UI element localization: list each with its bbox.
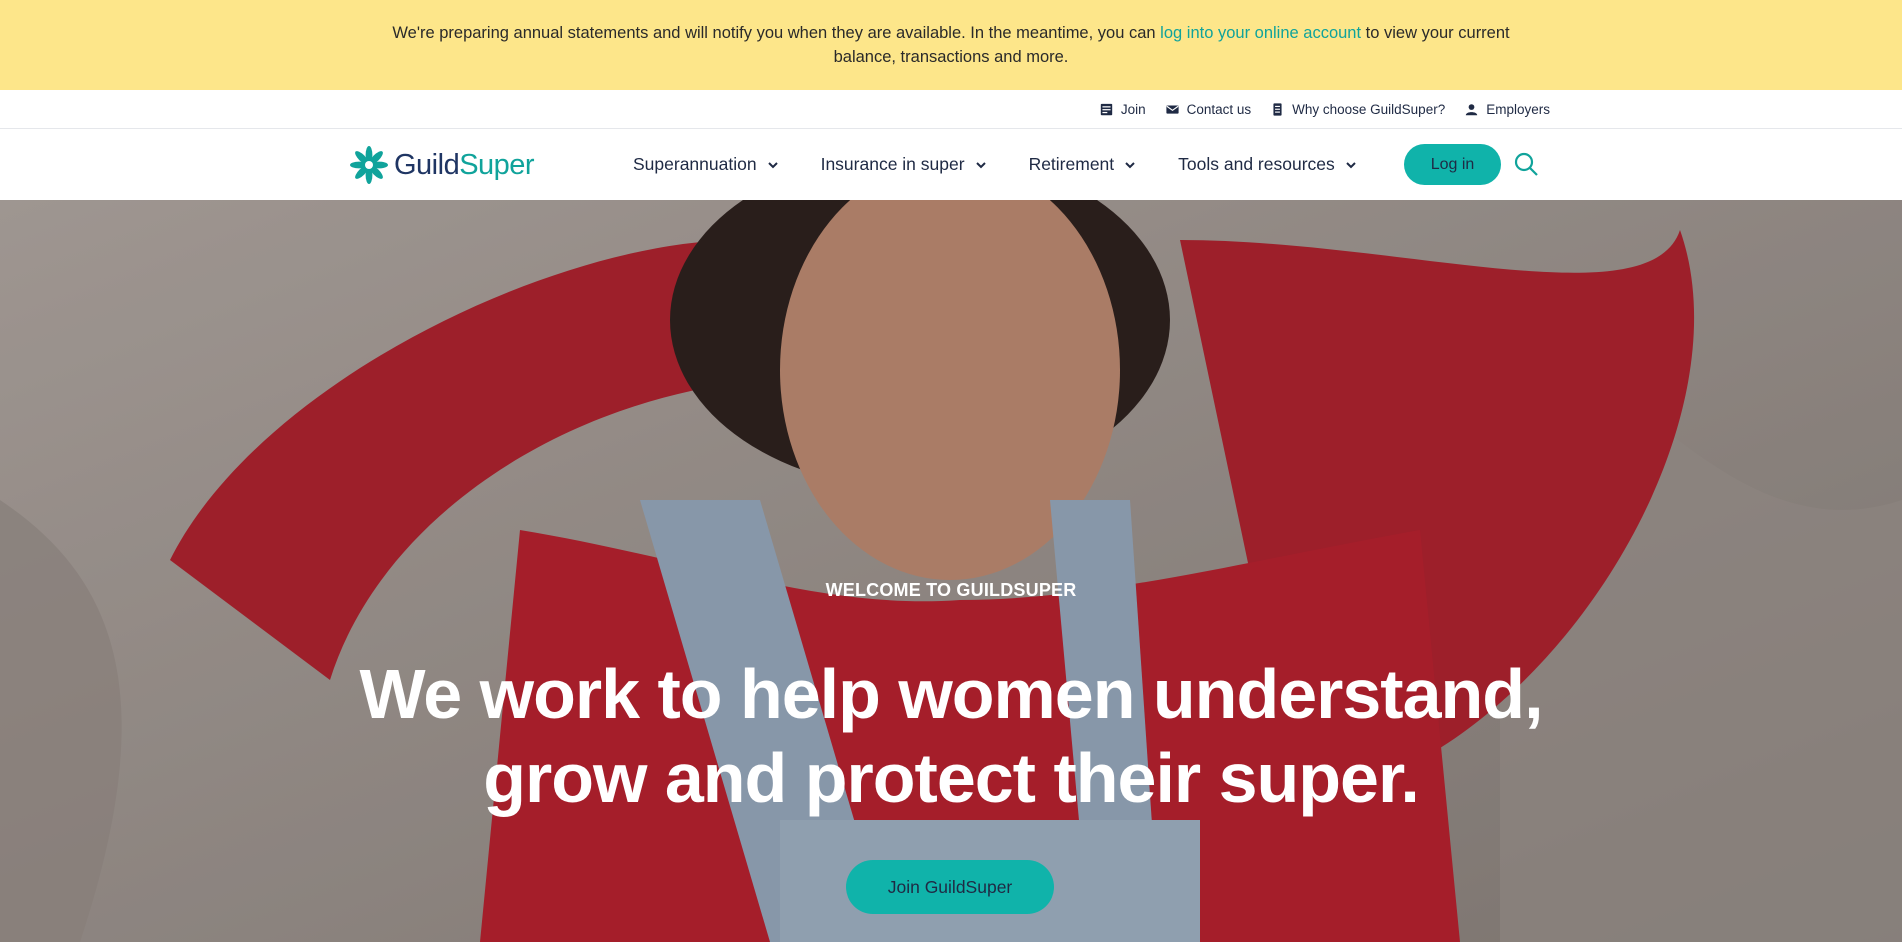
menu-item-tools[interactable]: Tools and resources xyxy=(1178,154,1357,175)
hero-section: WELCOME TO GUILDSUPER We work to help wo… xyxy=(0,200,1902,942)
utility-nav: Join Contact us Why choose GuildSuper? E… xyxy=(0,90,1902,129)
utility-item-employers[interactable]: Employers xyxy=(1465,102,1550,117)
flower-logo-icon xyxy=(350,146,388,184)
menu-item-superannuation[interactable]: Superannuation xyxy=(633,154,779,175)
hero-headline: We work to help women understand, grow a… xyxy=(359,655,1543,817)
utility-item-contact[interactable]: Contact us xyxy=(1165,102,1251,117)
form-icon xyxy=(1100,103,1112,116)
menu-item-retirement[interactable]: Retirement xyxy=(1029,154,1137,175)
notice-text: We're preparing annual statements and wi… xyxy=(392,24,1510,66)
search-button[interactable] xyxy=(1512,151,1540,179)
envelope-icon xyxy=(1165,105,1179,114)
main-header: GuildSuper Superannuation Insurance in s… xyxy=(0,129,1902,200)
chevron-down-icon xyxy=(975,161,986,168)
utility-item-join[interactable]: Join xyxy=(1100,102,1146,117)
hero-overlay xyxy=(0,200,1902,942)
notice-banner: We're preparing annual statements and wi… xyxy=(0,0,1902,90)
join-guildsuper-button[interactable]: Join GuildSuper xyxy=(846,860,1054,914)
search-icon xyxy=(1514,152,1538,176)
guildsuper-logo[interactable]: GuildSuper xyxy=(348,144,535,186)
logo-wordmark: GuildSuper xyxy=(394,149,535,181)
login-account-link[interactable]: log into your online account xyxy=(1160,24,1361,42)
menu-item-insurance[interactable]: Insurance in super xyxy=(821,154,987,175)
utility-item-why-choose[interactable]: Why choose GuildSuper? xyxy=(1271,102,1445,117)
document-icon xyxy=(1273,103,1282,116)
person-icon xyxy=(1466,104,1478,116)
hero-eyebrow: WELCOME TO GUILDSUPER xyxy=(825,580,1077,600)
chevron-down-icon xyxy=(1346,161,1356,168)
primary-menu: Superannuation Insurance in super Retire… xyxy=(633,129,1399,200)
chevron-down-icon xyxy=(767,161,778,168)
login-button[interactable]: Log in xyxy=(1404,144,1501,185)
chevron-down-icon xyxy=(1125,161,1135,168)
